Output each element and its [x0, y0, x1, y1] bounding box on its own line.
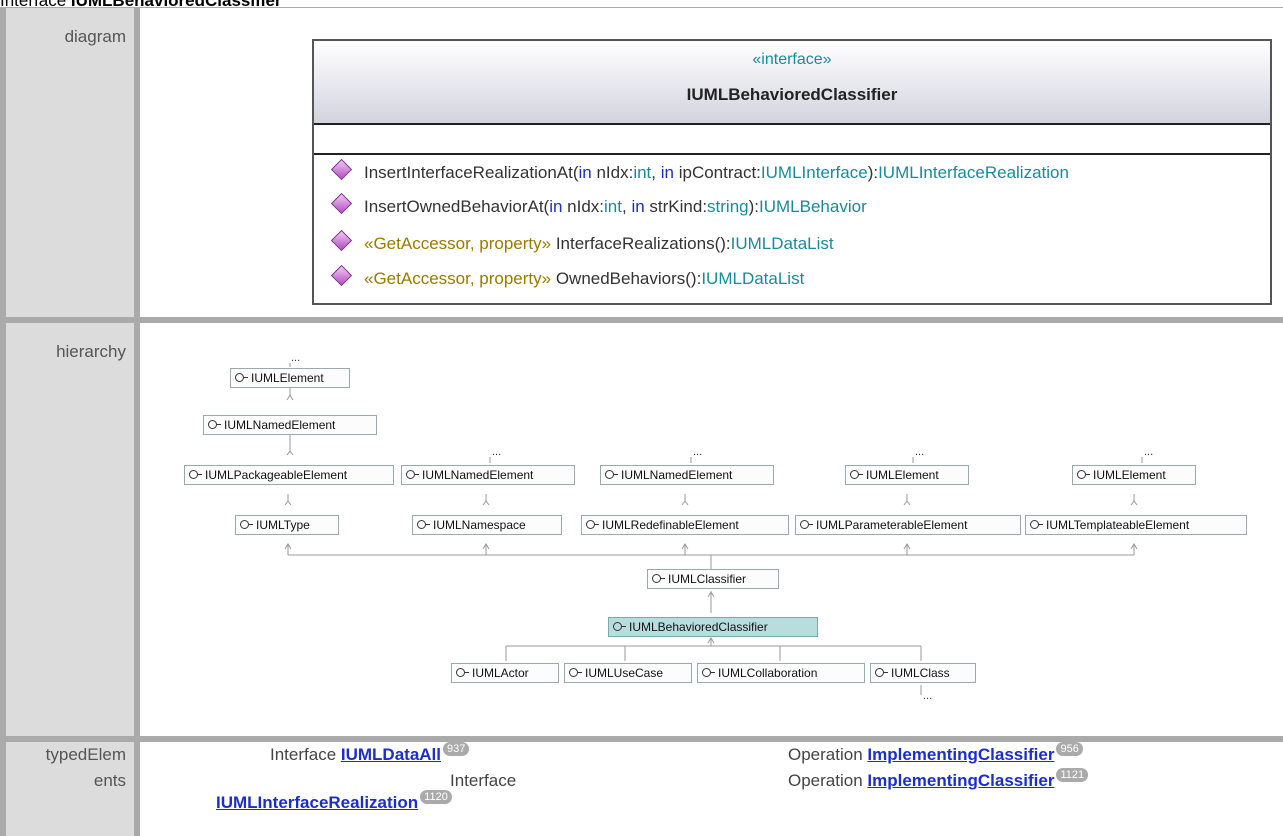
node-iumlelement[interactable]: IUMLElement [230, 368, 350, 388]
interface-lollipop-icon [605, 470, 614, 480]
diagram-cell: «interface» IUMLBehavioredClassifier Ins… [140, 8, 1283, 317]
node-iumlelement[interactable]: IUMLElement [845, 465, 969, 485]
interface-lollipop-icon [406, 470, 415, 480]
row-label-diagram: diagram [6, 8, 134, 317]
node-iumlelement[interactable]: IUMLElement [1072, 465, 1196, 485]
interface-lollipop-icon [586, 520, 595, 530]
operation-icon [330, 158, 353, 181]
row-label-typed-elements: typedElem ents [6, 742, 134, 836]
node-iumlnamedelement[interactable]: IUMLNamedElement [203, 415, 377, 435]
typed-element-item: Interface IUMLDataAll 937 [270, 742, 470, 765]
typed-element-item: IUMLInterfaceRealization 1120 [216, 790, 452, 813]
typed-element-item: Operation ImplementingClassifier 956 [788, 742, 1083, 765]
interface-lollipop-icon [235, 373, 244, 383]
node-iumlnamedelement[interactable]: IUMLNamedElement [401, 465, 575, 485]
count-badge: 937 [443, 742, 470, 756]
ellipsis: ... [915, 446, 925, 458]
node-iumlredefinableelement[interactable]: IUMLRedefinableElement [581, 515, 789, 535]
operation-icon [330, 264, 353, 287]
stereotype-label: «interface» [752, 51, 832, 68]
link-implementingclassifier[interactable]: ImplementingClassifier [867, 771, 1054, 790]
node-iumltype[interactable]: IUMLType [235, 515, 339, 535]
count-badge: 1121 [1056, 768, 1089, 782]
uml-class-header: «interface» IUMLBehavioredClassifier [314, 41, 1270, 125]
interface-lollipop-icon [800, 520, 809, 530]
hierarchy-cell: ... ... ... ... ... ... IUMLElement IUML… [140, 323, 1283, 736]
interface-lollipop-icon [875, 668, 884, 678]
node-iumlnamedelement[interactable]: IUMLNamedElement [600, 465, 774, 485]
operation-icon [330, 192, 353, 215]
interface-lollipop-icon [240, 520, 249, 530]
interface-lollipop-icon [417, 520, 426, 530]
ellipsis: ... [492, 446, 502, 458]
ellipsis: ... [1144, 446, 1154, 458]
typed-element-item: Interface [450, 771, 517, 790]
node-iumlcollaboration[interactable]: IUMLCollaboration [697, 663, 865, 683]
attributes-compartment [314, 125, 1270, 155]
operation-insert-owned-behavior[interactable]: InsertOwnedBehaviorAt(in nIdx:int, in st… [328, 192, 867, 221]
interface-lollipop-icon [850, 470, 859, 480]
interface-lollipop-icon [189, 470, 198, 480]
interface-lollipop-icon [613, 622, 622, 632]
node-iumlnamespace[interactable]: IUMLNamespace [412, 515, 562, 535]
node-iumlparameterableelement[interactable]: IUMLParameterableElement [795, 515, 1021, 535]
typed-elements-cell: Interface IUMLDataAll 937 Operation Imple… [140, 742, 1283, 836]
interface-lollipop-icon [1030, 520, 1039, 530]
operation-insert-interface-realization[interactable]: InsertInterfaceRealizationAt(in nIdx:int… [328, 158, 1069, 187]
count-badge: 1120 [420, 790, 452, 804]
interface-lollipop-icon [702, 668, 711, 678]
interface-lollipop-icon [1077, 470, 1086, 480]
interface-lollipop-icon [208, 420, 217, 430]
row-label-hierarchy: hierarchy [6, 323, 134, 736]
operation-icon [330, 229, 353, 252]
link-iumldataall[interactable]: IUMLDataAll [341, 745, 441, 764]
node-iumlpackageableelement[interactable]: IUMLPackageableElement [184, 465, 394, 485]
interface-lollipop-icon [569, 668, 578, 678]
node-iumlusecase[interactable]: IUMLUseCase [564, 663, 692, 683]
documentation-table: diagram «interface» IUMLBehavioredClassi… [0, 7, 1283, 836]
ellipsis: ... [923, 690, 933, 702]
node-iumlbehavioredclassifier-current[interactable]: IUMLBehavioredClassifier [608, 617, 818, 637]
class-name: IUMLBehavioredClassifier [686, 85, 898, 104]
ellipsis: ... [693, 446, 703, 458]
node-iumlclassifier[interactable]: IUMLClassifier [647, 569, 779, 589]
operation-interface-realizations[interactable]: «GetAccessor, property» InterfaceRealiza… [328, 229, 834, 258]
node-iumlactor[interactable]: IUMLActor [451, 663, 559, 683]
uml-class-box[interactable]: «interface» IUMLBehavioredClassifier Ins… [312, 39, 1272, 305]
ellipsis: ... [291, 352, 301, 364]
node-iumlclass[interactable]: IUMLClass [870, 663, 976, 683]
typed-element-item: Operation ImplementingClassifier 1121 [788, 768, 1089, 791]
operation-owned-behaviors[interactable]: «GetAccessor, property» OwnedBehaviors()… [328, 264, 804, 293]
node-iumltemplateableelement[interactable]: IUMLTemplateableElement [1025, 515, 1247, 535]
interface-lollipop-icon [456, 668, 465, 678]
link-iumlinterfacerealization[interactable]: IUMLInterfaceRealization [216, 793, 418, 812]
interface-lollipop-icon [652, 574, 661, 584]
link-implementingclassifier[interactable]: ImplementingClassifier [867, 745, 1054, 764]
count-badge: 956 [1056, 742, 1083, 756]
